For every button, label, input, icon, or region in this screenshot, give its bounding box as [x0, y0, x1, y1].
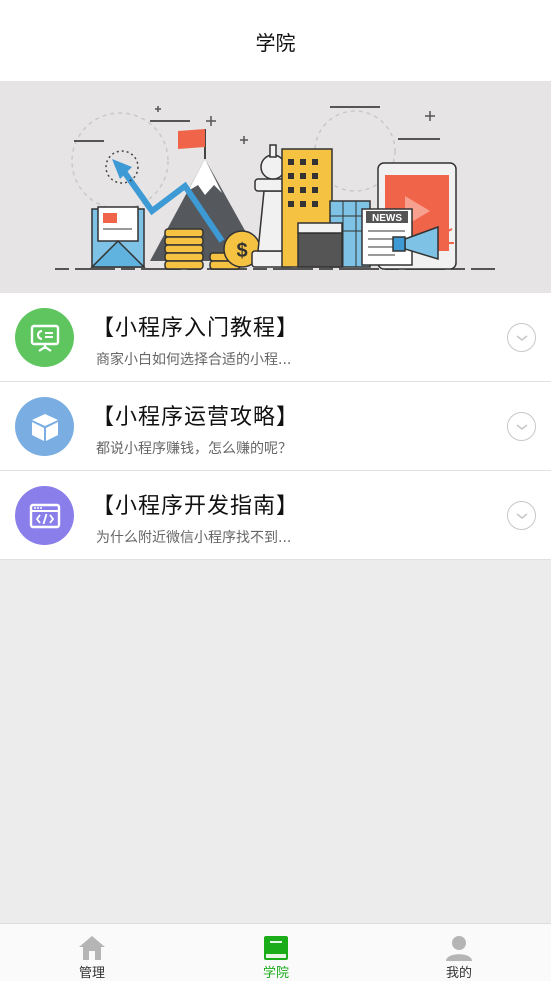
page-title: 学院 — [255, 31, 296, 55]
chevron-down-icon[interactable] — [507, 323, 536, 352]
nav-header: 学院 — [0, 0, 551, 81]
tab-academy[interactable]: 学院 — [216, 924, 336, 981]
course-desc: 都说小程序赚钱，怎么赚的呢？ — [96, 441, 292, 457]
course-item-development[interactable]: 【小程序开发指南】 为什么附近微信小程序找不到... — [0, 471, 551, 560]
course-desc: 为什么附近微信小程序找不到... — [96, 530, 292, 546]
tab-label: 管理 — [78, 966, 105, 981]
tab-manage[interactable]: 管理 — [32, 924, 152, 981]
tab-label: 学院 — [262, 966, 289, 981]
tab-mine[interactable]: 我的 — [399, 924, 519, 981]
home-icon — [78, 934, 106, 961]
tab-bar: 管理 学院 我的 — [0, 923, 551, 981]
course-desc: 商家小白如何选择合适的小程... — [96, 352, 292, 368]
presentation-icon — [15, 308, 74, 367]
course-title: 【小程序运营攻略】 — [92, 405, 300, 430]
tab-label: 我的 — [445, 966, 472, 981]
course-list: 【小程序入门教程】 商家小白如何选择合适的小程... 【小程序运营攻略】 都说小… — [0, 293, 551, 560]
coin-symbol: $ — [236, 240, 247, 262]
course-title: 【小程序开发指南】 — [92, 494, 300, 519]
course-item-intro[interactable]: 【小程序入门教程】 商家小白如何选择合适的小程... — [0, 293, 551, 382]
news-label: NEWS — [372, 213, 402, 224]
user-icon — [445, 934, 473, 961]
course-title: 【小程序入门教程】 — [92, 316, 300, 341]
banner-image: $ NEWS — [0, 81, 551, 293]
chevron-down-icon[interactable] — [507, 412, 536, 441]
code-window-icon — [15, 486, 74, 545]
chevron-down-icon[interactable] — [507, 501, 536, 530]
book-icon — [262, 934, 290, 961]
box-icon — [15, 397, 74, 456]
course-item-operation[interactable]: 【小程序运营攻略】 都说小程序赚钱，怎么赚的呢？ — [0, 382, 551, 471]
